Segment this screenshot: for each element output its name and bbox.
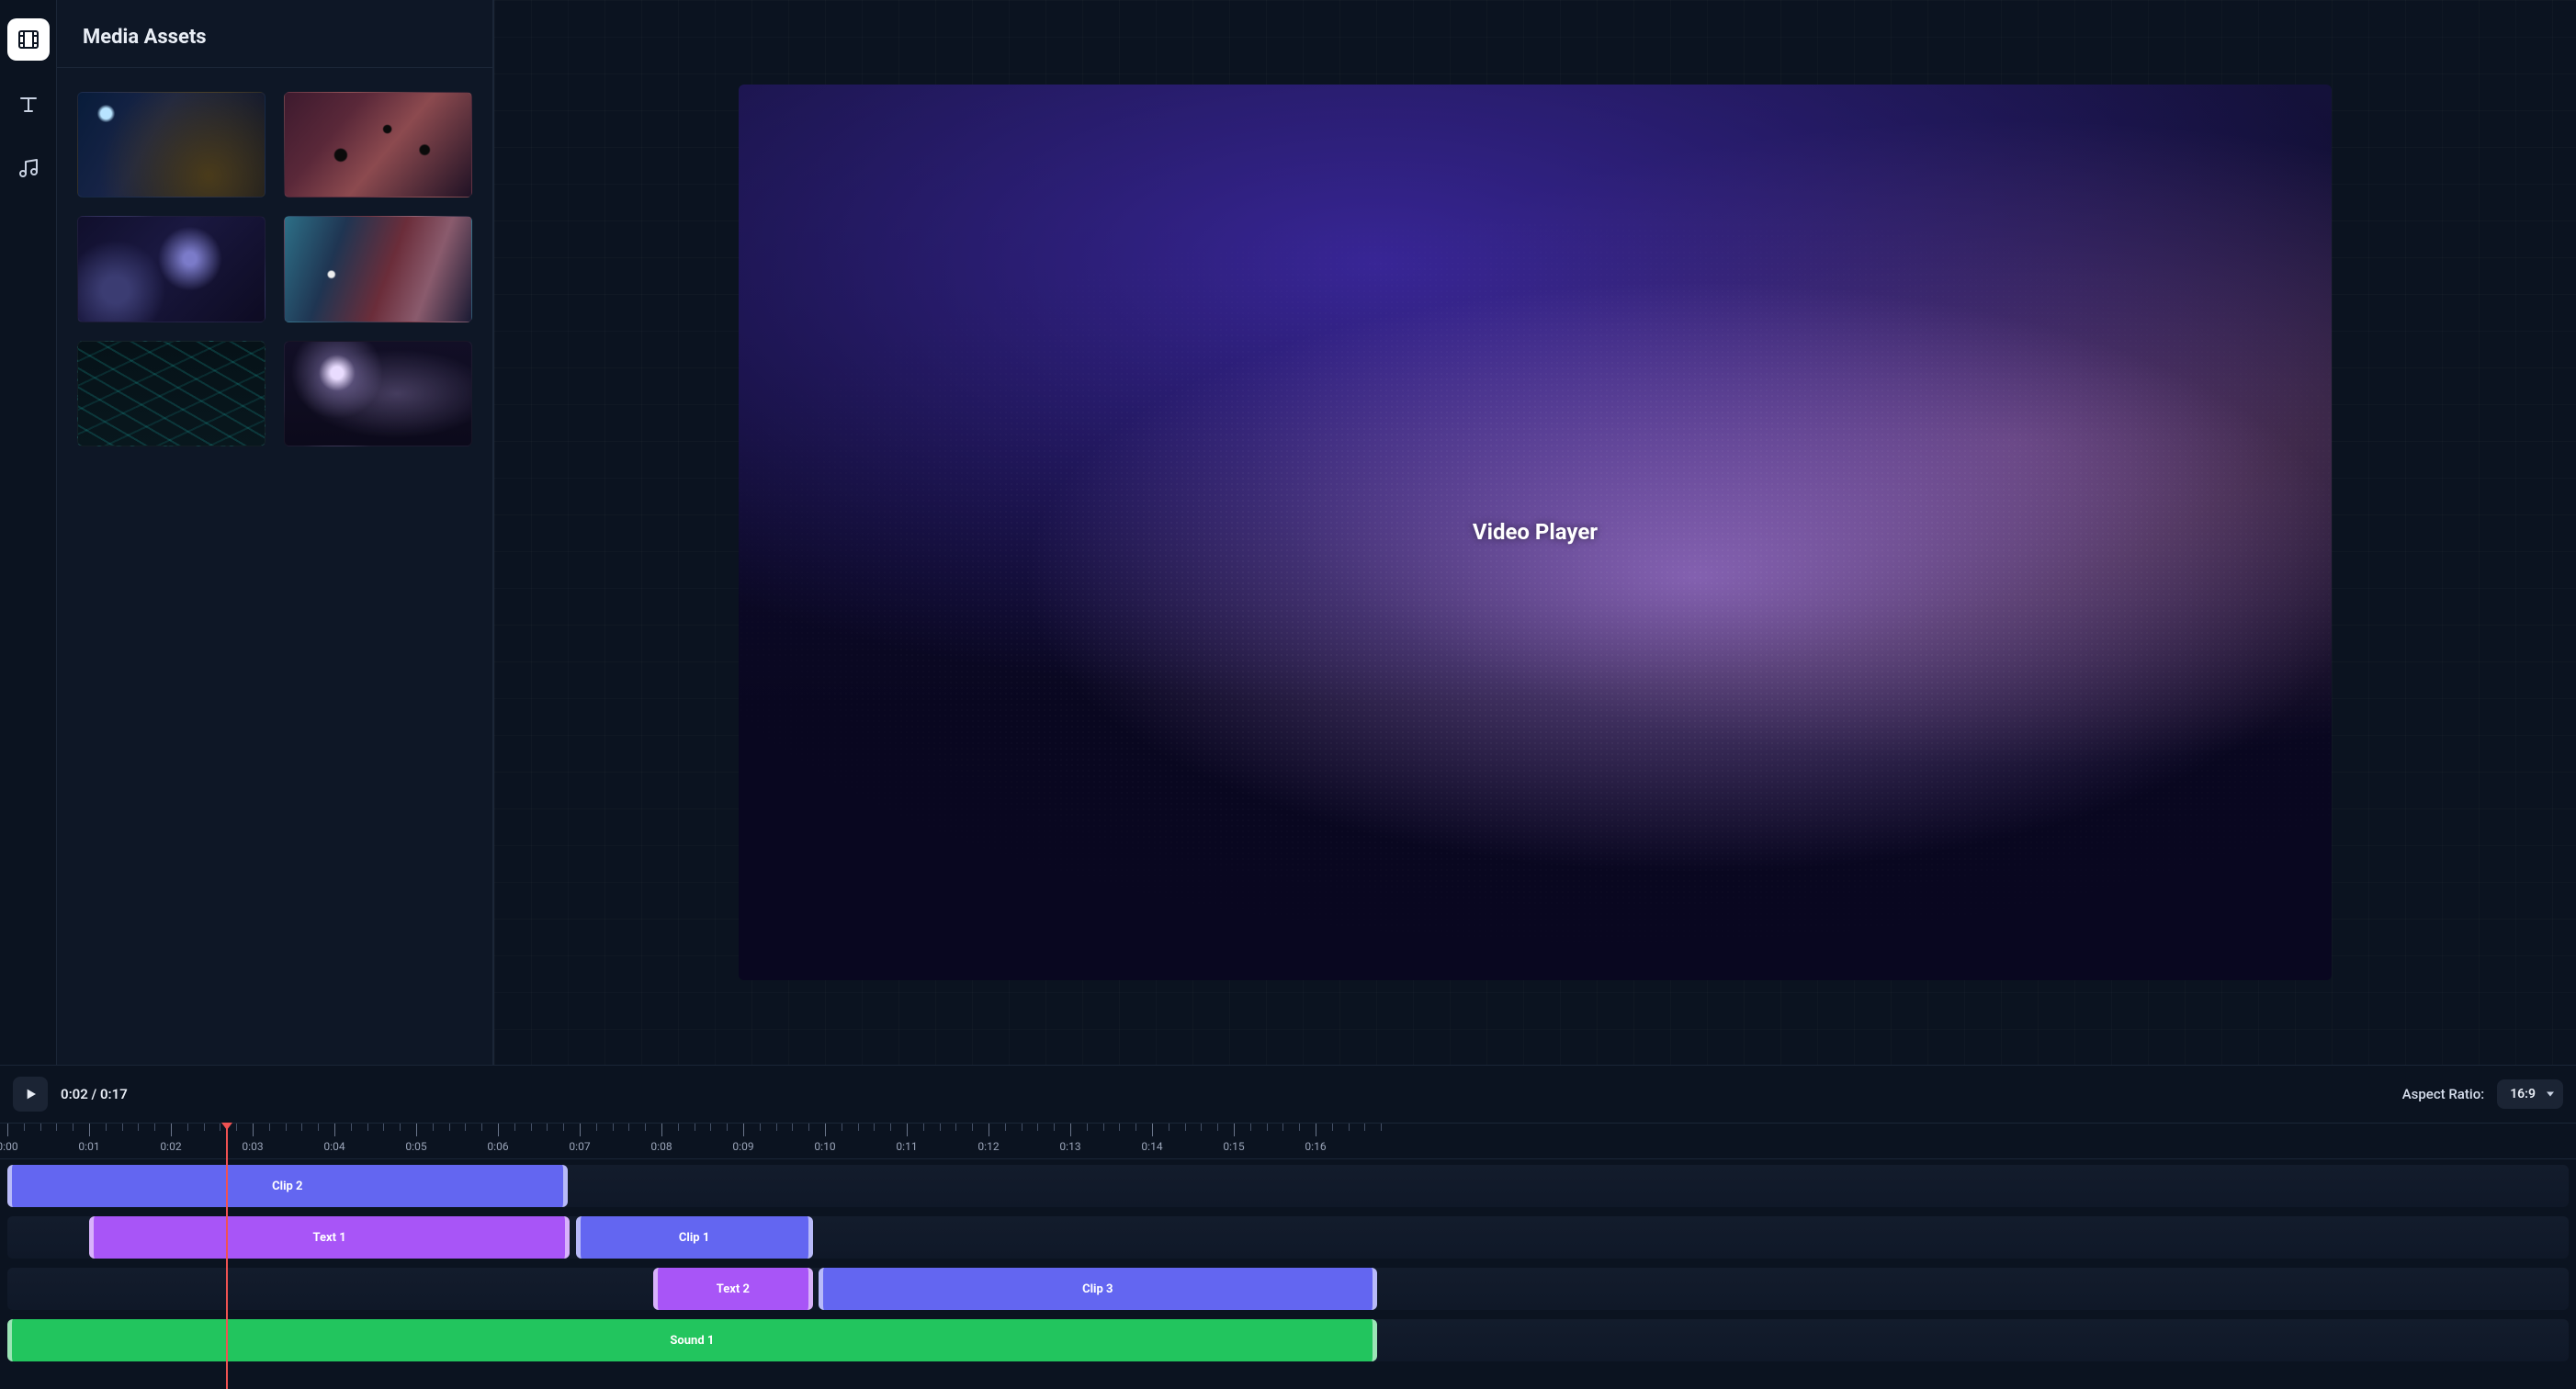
ruler-label: 0:12: [977, 1140, 999, 1153]
ruler-tick: [1234, 1124, 1235, 1136]
ruler-label: 0:10: [814, 1140, 835, 1153]
play-icon: [23, 1087, 38, 1101]
ruler-label: 0:16: [1305, 1140, 1326, 1153]
ruler-label: 0:03: [242, 1140, 263, 1153]
media-asset[interactable]: [77, 341, 266, 446]
asset-grid: [57, 68, 492, 470]
track-3[interactable]: Text 2Clip 3: [7, 1268, 2569, 1310]
text-icon: [17, 93, 40, 115]
ruler-tick: [253, 1124, 254, 1136]
music-icon: [17, 157, 40, 179]
ruler-label: 0:07: [569, 1140, 590, 1153]
ruler-label: 0:08: [650, 1140, 672, 1153]
ruler-tick: [416, 1124, 417, 1136]
current-time: 0:02: [61, 1086, 88, 1102]
media-asset[interactable]: [77, 92, 266, 198]
total-time: 0:17: [100, 1086, 128, 1102]
timeline-clip[interactable]: Text 2: [653, 1268, 813, 1310]
track-1[interactable]: Clip 2: [7, 1165, 2569, 1207]
tool-text[interactable]: [7, 83, 50, 125]
ruler-tick: [743, 1124, 744, 1136]
video-player-label: Video Player: [1473, 519, 1598, 545]
ruler-label: 0:14: [1141, 1140, 1162, 1153]
preview-area: Video Player: [493, 0, 2576, 1065]
ruler-label: 0:05: [405, 1140, 426, 1153]
timeline-clip[interactable]: Text 1: [89, 1216, 570, 1259]
timeline: 0:00 0:01 0:02 0:03 0:04 0:05 0:06 0:07 0:08 0:09…: [0, 1123, 2576, 1389]
media-asset[interactable]: [284, 341, 472, 446]
ruler-tick: [89, 1124, 90, 1136]
ruler-label: 0:15: [1223, 1140, 1244, 1153]
media-asset[interactable]: [284, 216, 472, 322]
transport-bar: 0:02 / 0:17 Aspect Ratio: 16:9: [0, 1066, 2576, 1123]
film-icon: [17, 28, 40, 51]
aspect-ratio-label: Aspect Ratio:: [2402, 1086, 2485, 1102]
timecode: 0:02 / 0:17: [61, 1086, 128, 1102]
ruler-tick: [580, 1124, 581, 1136]
tracks-area: Clip 2 Text 1Clip 1 Text 2Clip 3 Sound 1: [0, 1159, 2576, 1389]
timeline-clip[interactable]: Clip 3: [819, 1268, 1377, 1310]
media-asset[interactable]: [77, 216, 266, 322]
ruler-tick: [7, 1124, 8, 1136]
ruler-label: 0:11: [896, 1140, 917, 1153]
ruler-label: 0:04: [323, 1140, 345, 1153]
tool-audio[interactable]: [7, 147, 50, 189]
ruler-tick: [498, 1124, 499, 1136]
ruler-tick: [1152, 1124, 1153, 1136]
aspect-ratio-value: 16:9: [2510, 1087, 2536, 1101]
ruler-tick: [334, 1124, 335, 1136]
tool-video[interactable]: [7, 18, 50, 61]
track-2[interactable]: Text 1Clip 1: [7, 1216, 2569, 1259]
ruler-label: 0:00: [0, 1140, 18, 1153]
ruler-tick: [661, 1124, 662, 1136]
ruler-tick: [907, 1124, 908, 1136]
aspect-ratio-select[interactable]: 16:9: [2497, 1079, 2563, 1109]
play-button[interactable]: [13, 1077, 48, 1112]
track-4[interactable]: Sound 1: [7, 1319, 2569, 1361]
ruler-label: 0:02: [160, 1140, 181, 1153]
video-player[interactable]: Video Player: [739, 85, 2331, 980]
tool-rail: [0, 0, 57, 1065]
timeline-clip[interactable]: Clip 1: [576, 1216, 813, 1259]
ruler-label: 0:13: [1059, 1140, 1080, 1153]
timeline-clip[interactable]: Clip 2: [7, 1165, 568, 1207]
ruler-tick: [825, 1124, 826, 1136]
timeline-clip[interactable]: Sound 1: [7, 1319, 1377, 1361]
ruler-label: 0:09: [732, 1140, 753, 1153]
time-ruler[interactable]: 0:00 0:01 0:02 0:03 0:04 0:05 0:06 0:07 0:08 0:09…: [0, 1123, 2576, 1159]
ruler-tick: [1070, 1124, 1071, 1136]
ruler-label: 0:01: [78, 1140, 99, 1153]
ruler-label: 0:06: [487, 1140, 508, 1153]
panel-title: Media Assets: [57, 0, 492, 68]
ruler-tick: [171, 1124, 172, 1136]
media-panel: Media Assets: [57, 0, 493, 1065]
editor: 0:02 / 0:17 Aspect Ratio: 16:9 0:000:010…: [0, 1065, 2576, 1389]
media-asset[interactable]: [284, 92, 472, 198]
